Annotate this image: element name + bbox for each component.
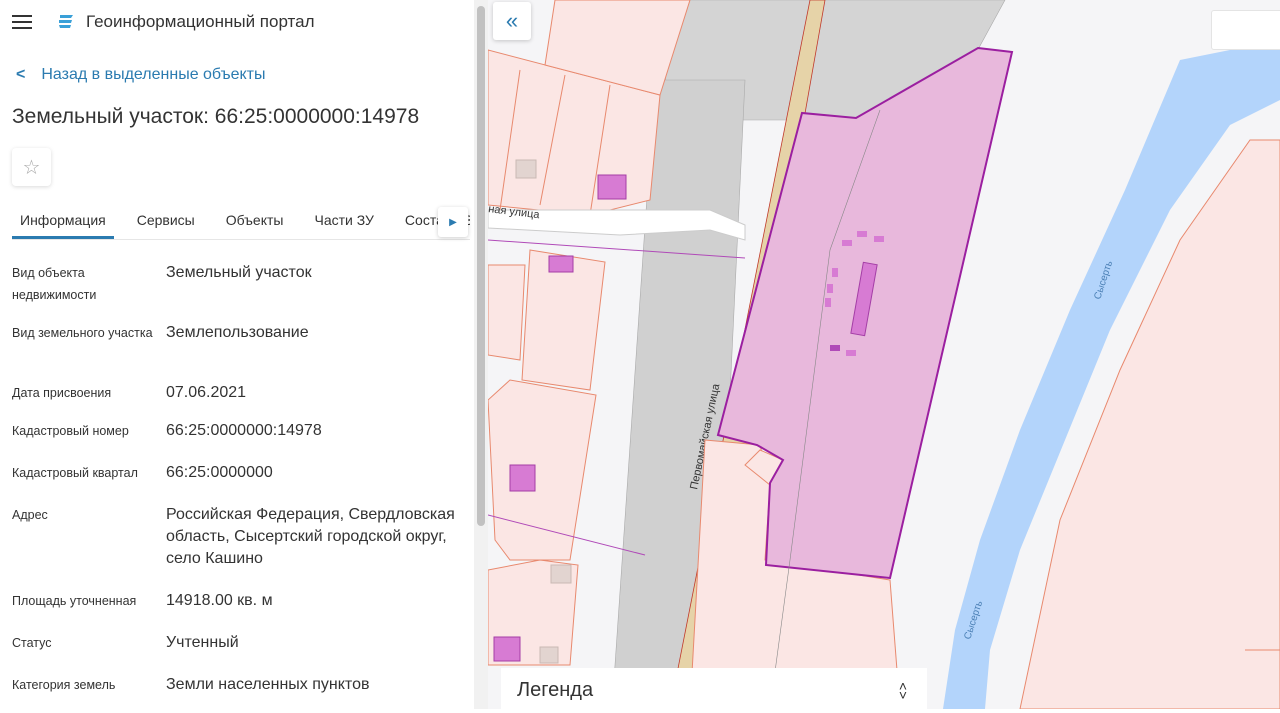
info-label: Площадь уточненная — [12, 594, 137, 608]
back-link[interactable]: < Назад в выделенные объекты — [16, 66, 265, 84]
info-value: 14918.00 кв. м — [166, 592, 273, 609]
info-value: 66:25:0000000:14978 — [166, 422, 322, 439]
lot — [488, 249, 606, 561]
info-value: Земли населенных пунктов — [166, 676, 370, 693]
hamburger-icon[interactable] — [12, 15, 32, 29]
info-label: Дата присвоения — [12, 386, 112, 400]
building — [515, 159, 537, 179]
info-value: Землепользование — [166, 324, 309, 341]
info-value: 66:25:0000000 — [166, 464, 273, 481]
building — [842, 240, 852, 246]
building — [827, 284, 833, 293]
info-value: Российская Федерация, Свердловская облас… — [166, 506, 455, 567]
back-link-label: Назад в выделенные объекты — [41, 66, 266, 83]
panel-scrollbar[interactable] — [474, 0, 488, 709]
favorite-button[interactable]: ☆ — [12, 148, 51, 186]
info-label: Вид земельного участка — [12, 326, 153, 340]
building — [550, 564, 572, 584]
tab-objects[interactable]: Объекты — [218, 200, 292, 239]
info-label: Кадастровый номер — [12, 424, 129, 438]
map-control[interactable] — [1211, 10, 1280, 50]
info-panel: Геоинформационный портал < Назад в выдел… — [0, 0, 474, 709]
tabs: Информация Сервисы Объекты Части ЗУ Сост… — [12, 200, 470, 240]
info-label: Категория земель — [12, 678, 116, 692]
building — [597, 174, 627, 200]
building — [548, 255, 574, 273]
info-label: Статус — [12, 636, 52, 650]
building — [830, 345, 840, 351]
info-value: Учтенный — [166, 634, 239, 651]
tab-info[interactable]: Информация — [12, 200, 114, 239]
caret-right-icon: ▶ — [449, 216, 457, 228]
building — [857, 231, 867, 237]
building — [832, 268, 838, 277]
info-label: Адрес — [12, 508, 48, 522]
app-header: Геоинформационный портал — [12, 8, 315, 36]
building — [825, 298, 831, 307]
legend-label: Легенда — [517, 679, 594, 701]
info-label: Вид объекта недвижимости — [12, 266, 97, 302]
building — [509, 464, 536, 492]
page-title: Земельный участок: 66:25:0000000:14978 — [12, 105, 420, 128]
chevron-up-down-icon: ˄ ˅ — [898, 677, 907, 703]
chevron-left-icon: < — [16, 66, 26, 83]
info-label: Кадастровый квартал — [12, 466, 138, 480]
tabs-next-button[interactable]: ▶ — [438, 207, 468, 237]
building — [493, 636, 521, 662]
map-canvas: Сысерть Сысерть Первомайская улица ная у… — [488, 0, 1280, 709]
building — [874, 236, 884, 242]
tab-services[interactable]: Сервисы — [129, 200, 203, 239]
app-title: Геоинформационный портал — [86, 12, 315, 31]
info-value: 07.06.2021 — [166, 384, 247, 401]
scrollbar-thumb[interactable] — [477, 6, 485, 526]
info-value: Земельный участок — [166, 264, 312, 281]
collapse-panel-button[interactable]: « — [493, 2, 531, 40]
star-icon: ☆ — [22, 156, 41, 179]
double-chevron-left-icon: « — [505, 8, 519, 33]
building — [846, 350, 856, 356]
building — [539, 646, 559, 664]
legend-toggle[interactable]: Легенда ˄ ˅ — [501, 668, 927, 713]
info-list: Вид объекта недвижимости Земельный участо… — [12, 262, 462, 709]
tab-parts[interactable]: Части ЗУ — [306, 200, 381, 239]
portal-logo-icon — [59, 15, 73, 28]
map[interactable]: Сысерть Сысерть Первомайская улица ная у… — [488, 0, 1280, 709]
